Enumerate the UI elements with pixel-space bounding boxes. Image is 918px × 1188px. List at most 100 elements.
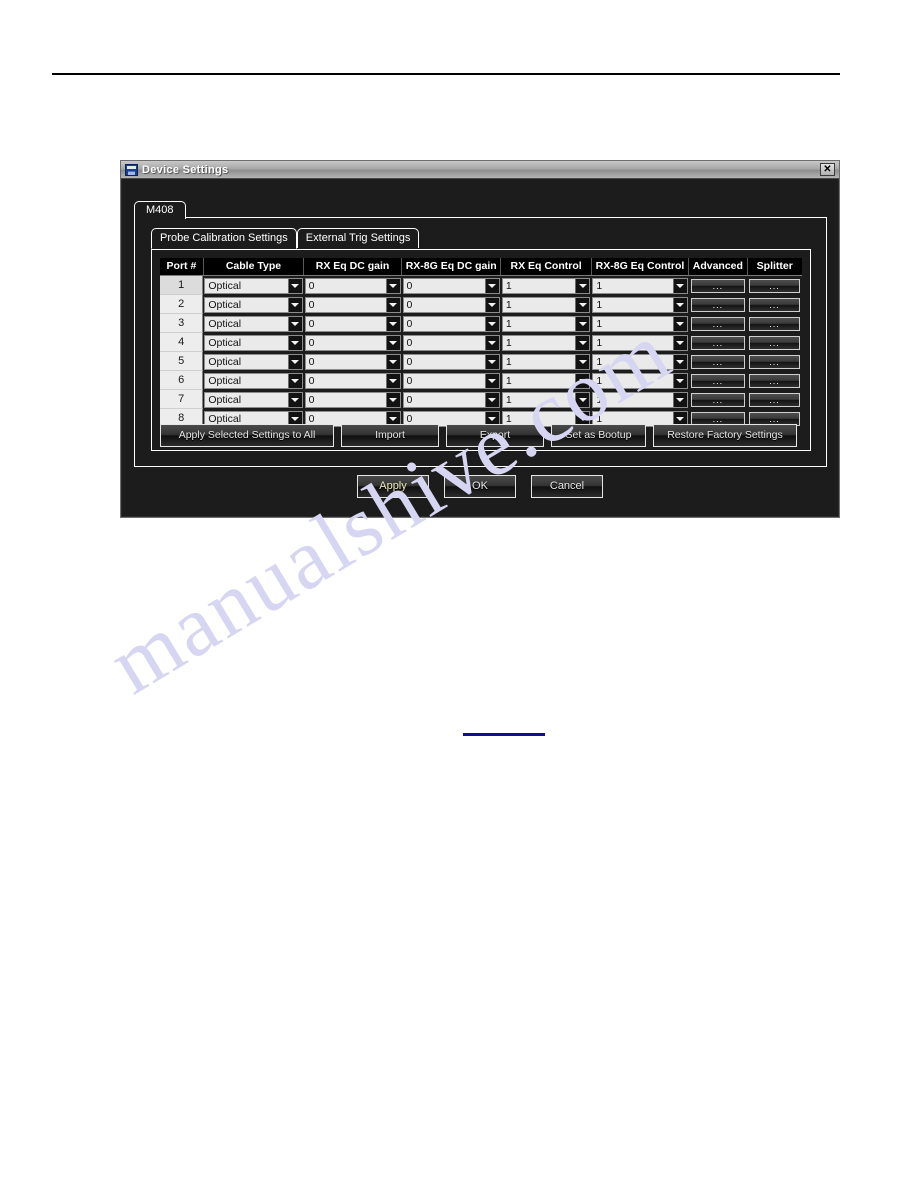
cable-type-select[interactable]: Optical (204, 296, 303, 313)
chevron-down-icon[interactable] (287, 354, 302, 369)
splitter-ellipsis-button[interactable]: ... (749, 392, 800, 407)
rx-eq-control-select[interactable]: 1 (501, 315, 591, 332)
chevron-down-icon[interactable] (287, 297, 302, 312)
chevron-down-icon[interactable] (575, 278, 590, 293)
chevron-down-icon[interactable] (287, 316, 302, 331)
advanced-ellipsis-button[interactable]: ... (690, 278, 746, 293)
chevron-down-icon[interactable] (385, 297, 400, 312)
advanced-ellipsis-button[interactable]: ... (690, 335, 746, 350)
advanced-ellipsis-button[interactable]: ... (690, 392, 746, 407)
rx-eq-control-select[interactable]: 1 (501, 334, 591, 351)
chevron-down-icon[interactable] (287, 335, 302, 350)
port-number-cell[interactable]: 2 (160, 295, 204, 314)
set-as-bootup-button[interactable]: Set as Bootup (551, 424, 646, 447)
rx8g-eq-dc-gain-select[interactable]: 0 (402, 353, 500, 370)
chevron-down-icon[interactable] (287, 373, 302, 388)
advanced-ellipsis-button[interactable]: ... (690, 297, 746, 312)
rx-eq-control-select[interactable]: 1 (501, 277, 591, 294)
chevron-down-icon[interactable] (287, 278, 302, 293)
cable-type-select[interactable]: Optical (204, 372, 303, 389)
table-row[interactable]: 7 Optical 0 0 1 1...... (160, 390, 802, 409)
chevron-down-icon[interactable] (672, 373, 687, 388)
rx8g-eq-control-select[interactable]: 1 (592, 277, 688, 294)
cable-type-select[interactable]: Optical (204, 391, 303, 408)
port-number-cell[interactable]: 1 (160, 276, 204, 295)
cancel-button[interactable]: Cancel (531, 475, 603, 498)
close-icon[interactable]: ✕ (820, 163, 835, 176)
dialog-titlebar[interactable]: Device Settings ✕ (121, 161, 839, 179)
tab-probe-calibration-settings[interactable]: Probe Calibration Settings (151, 228, 297, 249)
export-button[interactable]: Export (446, 424, 544, 447)
chevron-down-icon[interactable] (575, 316, 590, 331)
port-number-cell[interactable]: 3 (160, 314, 204, 333)
chevron-down-icon[interactable] (575, 392, 590, 407)
table-row[interactable]: 1 Optical 0 0 1 1...... (160, 276, 802, 295)
chevron-down-icon[interactable] (484, 278, 499, 293)
tab-external-trig-settings[interactable]: External Trig Settings (296, 228, 420, 248)
cable-type-select[interactable]: Optical (204, 277, 303, 294)
chevron-down-icon[interactable] (484, 297, 499, 312)
rx8g-eq-control-select[interactable]: 1 (592, 372, 688, 389)
splitter-ellipsis-button[interactable]: ... (749, 316, 800, 331)
rx8g-eq-dc-gain-select[interactable]: 0 (402, 296, 500, 313)
rx8g-eq-dc-gain-select[interactable]: 0 (402, 315, 500, 332)
port-number-cell[interactable]: 5 (160, 352, 204, 371)
chevron-down-icon[interactable] (484, 373, 499, 388)
chevron-down-icon[interactable] (575, 297, 590, 312)
chevron-down-icon[interactable] (672, 354, 687, 369)
chevron-down-icon[interactable] (575, 354, 590, 369)
advanced-ellipsis-button[interactable]: ... (690, 354, 746, 369)
rx8g-eq-control-select[interactable]: 1 (592, 391, 688, 408)
chevron-down-icon[interactable] (385, 335, 400, 350)
table-row[interactable]: 5 Optical 0 0 1 1...... (160, 352, 802, 371)
table-row[interactable]: 2 Optical 0 0 1 1...... (160, 295, 802, 314)
rx8g-eq-dc-gain-select[interactable]: 0 (402, 391, 500, 408)
rx8g-eq-control-select[interactable]: 1 (592, 296, 688, 313)
chevron-down-icon[interactable] (484, 392, 499, 407)
rx8g-eq-dc-gain-select[interactable]: 0 (402, 334, 500, 351)
rx-eq-dc-gain-select[interactable]: 0 (304, 372, 401, 389)
chevron-down-icon[interactable] (385, 392, 400, 407)
rx8g-eq-dc-gain-select[interactable]: 0 (402, 277, 500, 294)
rx-eq-dc-gain-select[interactable]: 0 (304, 315, 401, 332)
chevron-down-icon[interactable] (385, 354, 400, 369)
chevron-down-icon[interactable] (575, 335, 590, 350)
chevron-down-icon[interactable] (484, 316, 499, 331)
rx-eq-dc-gain-select[interactable]: 0 (304, 334, 401, 351)
restore-factory-settings-button[interactable]: Restore Factory Settings (653, 424, 797, 447)
splitter-ellipsis-button[interactable]: ... (749, 297, 800, 312)
port-number-cell[interactable]: 7 (160, 390, 204, 409)
rx-eq-control-select[interactable]: 1 (501, 353, 591, 370)
splitter-ellipsis-button[interactable]: ... (749, 278, 800, 293)
rx-eq-dc-gain-select[interactable]: 0 (304, 296, 401, 313)
cable-type-select[interactable]: Optical (204, 334, 303, 351)
splitter-ellipsis-button[interactable]: ... (749, 335, 800, 350)
page-link-underline[interactable] (463, 733, 545, 736)
cable-type-select[interactable]: Optical (204, 315, 303, 332)
chevron-down-icon[interactable] (672, 316, 687, 331)
chevron-down-icon[interactable] (672, 297, 687, 312)
chevron-down-icon[interactable] (385, 316, 400, 331)
rx8g-eq-control-select[interactable]: 1 (592, 315, 688, 332)
chevron-down-icon[interactable] (672, 335, 687, 350)
advanced-ellipsis-button[interactable]: ... (690, 373, 746, 388)
cable-type-select[interactable]: Optical (204, 353, 303, 370)
table-row[interactable]: 3 Optical 0 0 1 1...... (160, 314, 802, 333)
rx8g-eq-dc-gain-select[interactable]: 0 (402, 372, 500, 389)
rx-eq-dc-gain-select[interactable]: 0 (304, 277, 401, 294)
tab-m408[interactable]: M408 (134, 201, 186, 219)
splitter-ellipsis-button[interactable]: ... (749, 373, 800, 388)
rx8g-eq-control-select[interactable]: 1 (592, 334, 688, 351)
rx-eq-dc-gain-select[interactable]: 0 (304, 353, 401, 370)
chevron-down-icon[interactable] (287, 392, 302, 407)
chevron-down-icon[interactable] (385, 373, 400, 388)
chevron-down-icon[interactable] (385, 278, 400, 293)
rx-eq-dc-gain-select[interactable]: 0 (304, 391, 401, 408)
table-row[interactable]: 6 Optical 0 0 1 1...... (160, 371, 802, 390)
chevron-down-icon[interactable] (672, 278, 687, 293)
chevron-down-icon[interactable] (484, 335, 499, 350)
rx-eq-control-select[interactable]: 1 (501, 372, 591, 389)
ok-button[interactable]: OK (444, 475, 516, 498)
chevron-down-icon[interactable] (484, 354, 499, 369)
chevron-down-icon[interactable] (672, 392, 687, 407)
